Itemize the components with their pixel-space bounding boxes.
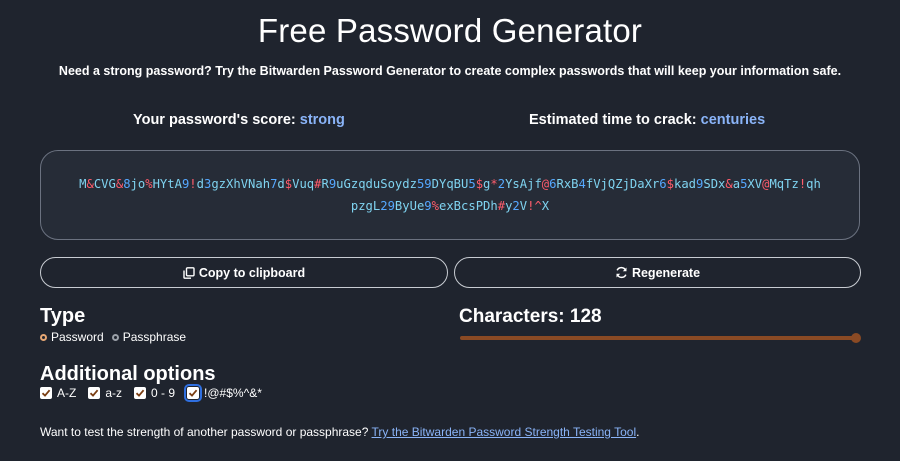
regenerate-button-label: Regenerate [631, 265, 701, 280]
additional-options-heading: Additional options [40, 363, 216, 385]
crack-time: Estimated time to crack: centuries [529, 112, 765, 128]
crack-time-value: centuries [700, 112, 766, 128]
characters-slider[interactable] [460, 333, 861, 343]
type-option-password-label: Password [51, 330, 104, 344]
option-special[interactable]: !@#$%^&* [184, 384, 262, 402]
slider-thumb[interactable] [851, 333, 861, 343]
option-special-label: !@#$%^&* [204, 386, 262, 400]
password-score-value: strong [299, 112, 345, 128]
characters-heading: Characters: 128 [459, 306, 602, 327]
page-title: Free Password Generator [257, 12, 643, 49]
type-option-passphrase[interactable]: Passphrase [111, 330, 187, 344]
footer-suffix: . [636, 425, 640, 439]
generated-password-box[interactable]: M&CVG&8jo%HYtA9!d3gzXhVNah7d$Vuq#R9uGzqd… [40, 150, 860, 240]
type-radio-group: Password Passphrase [40, 330, 186, 344]
crack-time-label: Estimated time to crack: [529, 112, 697, 128]
checkbox-checked-icon[interactable] [88, 387, 101, 399]
copy-button-label: Copy to clipboard [198, 265, 306, 280]
radio-unselected-icon[interactable] [111, 333, 119, 341]
option-numbers[interactable]: 0 - 9 [134, 386, 175, 400]
type-option-passphrase-label: Passphrase [122, 330, 187, 344]
copy-icon [183, 266, 195, 279]
option-uppercase[interactable]: A-Z [40, 386, 76, 400]
footer-text: Want to test the strength of another pas… [40, 425, 639, 439]
option-numbers-label: 0 - 9 [151, 386, 176, 400]
generated-password-line-1: M&CVG&8jo%HYtA9!d3gzXhVNah7d$Vuq#R9uGzqd… [79, 177, 821, 191]
regenerate-button[interactable]: Regenerate [454, 257, 861, 288]
generated-password[interactable]: M&CVG&8jo%HYtA9!d3gzXhVNah7d$Vuq#R9uGzqd… [79, 173, 821, 217]
option-lowercase-label: a-z [105, 386, 123, 400]
type-option-password[interactable]: Password [40, 330, 104, 344]
slider-track[interactable] [460, 336, 855, 340]
footer-prompt: Want to test the strength of another pas… [40, 425, 372, 439]
type-heading: Type [40, 305, 86, 327]
generated-password-line-2: pzgL29ByUe9%exBcsPDh#y2V!^X [350, 199, 550, 213]
strength-testing-tool-link[interactable]: Try the Bitwarden Password Strength Test… [372, 425, 637, 439]
checkbox-checked-icon[interactable] [40, 387, 52, 399]
checkbox-checked-icon[interactable] [134, 387, 147, 399]
radio-selected-icon[interactable] [40, 333, 47, 341]
password-score: Your password's score: strong [133, 112, 345, 128]
option-lowercase[interactable]: a-z [88, 386, 122, 400]
page-subtitle: Need a strong password? Try the Bitwarde… [58, 64, 842, 78]
additional-options-group: A-Z a-z 0 - 9 !@#$%^&* [40, 384, 274, 402]
checkbox-checked-icon[interactable] [184, 384, 203, 402]
copy-to-clipboard-button[interactable]: Copy to clipboard [40, 257, 448, 288]
refresh-icon [615, 266, 628, 279]
option-uppercase-label: A-Z [57, 386, 77, 400]
password-score-label: Your password's score: [133, 112, 296, 128]
